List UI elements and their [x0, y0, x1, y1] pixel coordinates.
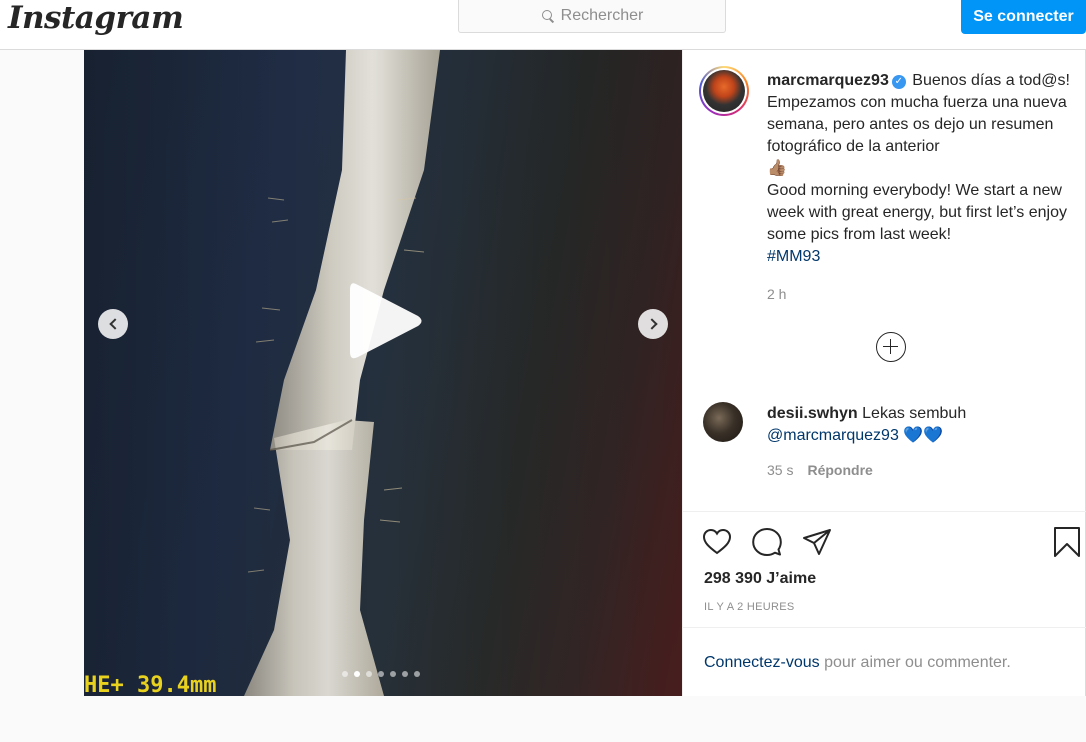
caption-english: Good morning everybody! We start a new w… — [767, 182, 1067, 243]
login-link[interactable]: Connectez-vous — [704, 654, 820, 671]
carousel-dot-active — [354, 671, 360, 677]
caption-time[interactable]: 2 h — [767, 286, 786, 302]
carousel-indicator — [342, 671, 420, 677]
instagram-logo[interactable]: Instagram — [8, 0, 184, 36]
heart-icon[interactable] — [701, 526, 733, 558]
blue-hearts-emoji: 💙💙 — [903, 427, 944, 444]
post-side-panel: marcmarquez93 ✓ Buenos días a tod@s! Empe… — [682, 50, 1086, 696]
reply-button[interactable]: Répondre — [807, 462, 872, 478]
paper-plane-icon[interactable] — [801, 526, 833, 558]
carousel-dot — [366, 671, 372, 677]
comment-time[interactable]: 35 s — [767, 462, 793, 478]
comment-mention[interactable]: @marcmarquez93 — [767, 427, 899, 444]
comment-body: Lekas sembuh — [862, 405, 967, 422]
chevron-left-icon[interactable] — [98, 309, 128, 339]
login-prompt: Connectez-vous pour aimer ou commenter. — [683, 627, 1086, 696]
comment-icon[interactable] — [751, 526, 783, 558]
search-icon — [541, 9, 555, 23]
comment-text: desii.swhyn Lekas sembuh @marcmarquez93 … — [767, 403, 1073, 447]
posted-time[interactable]: IL Y A 2 HEURES — [704, 601, 795, 613]
bookmark-icon[interactable] — [1051, 526, 1083, 558]
login-button[interactable]: Se connecter — [961, 0, 1086, 34]
verified-badge-icon: ✓ — [891, 75, 906, 89]
carousel-dot — [402, 671, 408, 677]
comment-meta: 35 s Répondre — [767, 462, 873, 478]
search-placeholder: Rechercher — [560, 7, 644, 24]
plus-circle-icon[interactable] — [876, 332, 906, 362]
search-box[interactable]: Rechercher — [458, 0, 726, 33]
carousel-dot — [414, 671, 420, 677]
author-username[interactable]: marcmarquez93 — [767, 72, 889, 89]
post-media[interactable]: HE+ 39.4mm — [84, 50, 682, 696]
avatar[interactable] — [699, 66, 749, 116]
post-card: HE+ 39.4mm marcmarquez93 ✓ Buenos días a … — [84, 50, 1086, 696]
xray-image: HE+ 39.4mm — [84, 50, 682, 696]
carousel-dot — [378, 671, 384, 677]
likes-count[interactable]: 298 390 J’aime — [704, 570, 816, 588]
commenter-avatar[interactable] — [703, 402, 743, 442]
login-prompt-suffix: pour aimer ou commenter. — [819, 654, 1011, 671]
caption-text: marcmarquez93 ✓ Buenos días a tod@s! Empe… — [767, 70, 1073, 268]
commenter-username[interactable]: desii.swhyn — [767, 405, 858, 422]
xray-overlay-text: HE+ 39.4mm — [84, 673, 216, 696]
play-icon[interactable] — [346, 278, 426, 364]
carousel-dot — [342, 671, 348, 677]
top-nav: Instagram Rechercher Se connecter — [0, 0, 1086, 50]
carousel-dot — [390, 671, 396, 677]
action-bar: 298 390 J’aime IL Y A 2 HEURES — [683, 511, 1086, 627]
chevron-right-icon[interactable] — [638, 309, 668, 339]
thumbs-up-emoji: 👍🏽 — [767, 160, 787, 177]
hashtag-link[interactable]: #MM93 — [767, 248, 820, 265]
